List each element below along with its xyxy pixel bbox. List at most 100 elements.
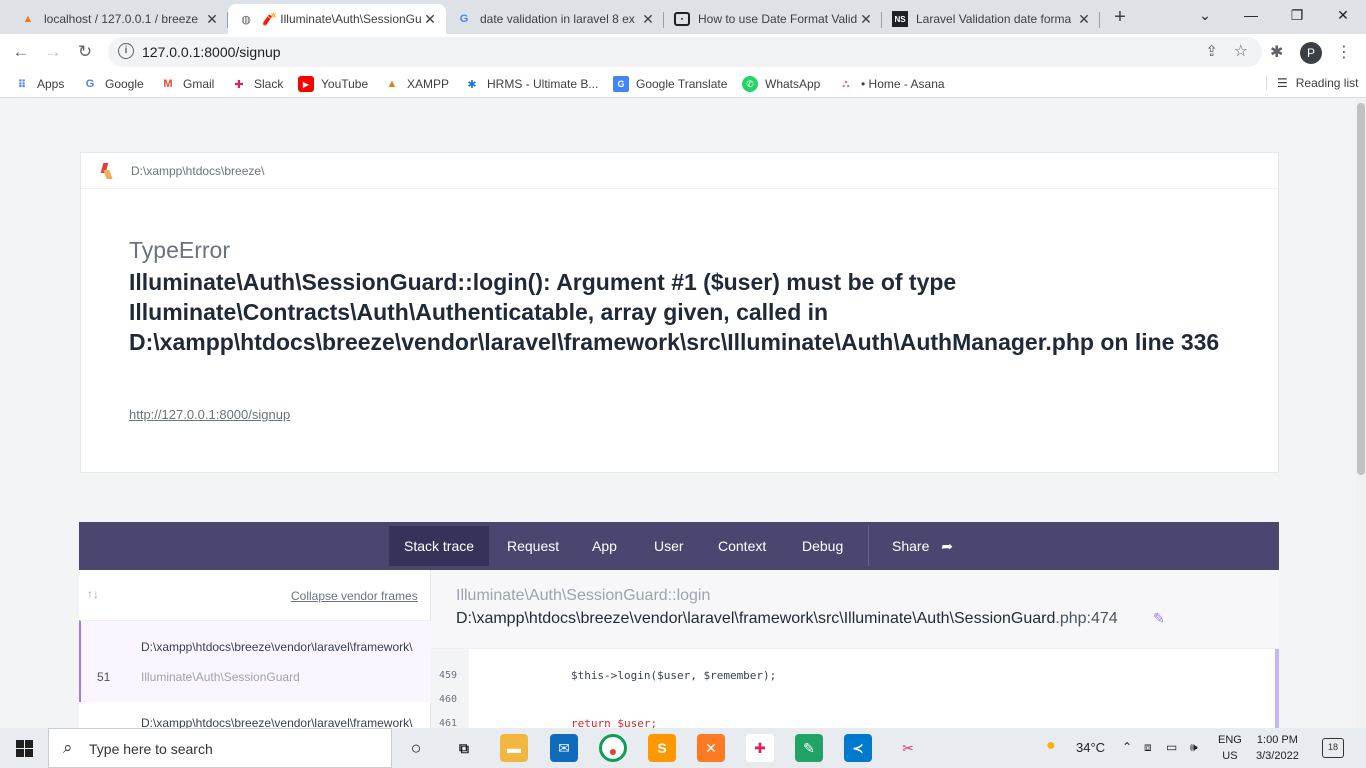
request-url-link[interactable]: http://127.0.0.1:8000/signup — [129, 407, 290, 422]
site-info-icon[interactable]: i — [118, 43, 134, 59]
tab-user[interactable]: User — [639, 526, 699, 566]
bookmark-apps[interactable]: ⠿ Apps — [14, 76, 65, 92]
frame-nav-arrows-icon[interactable]: ↑↓ — [87, 587, 99, 601]
tab-search-icon[interactable]: ⌄ — [1182, 0, 1228, 30]
bookmark-slack[interactable]: ✚ Slack — [231, 76, 283, 92]
ns-icon: NS — [892, 11, 908, 27]
new-tab-button[interactable]: + — [1108, 6, 1132, 30]
bookmark-youtube[interactable]: ▶ YouTube — [298, 76, 368, 92]
scrollbar-thumb[interactable] — [1357, 103, 1365, 475]
tab-debug[interactable]: Debug — [787, 526, 858, 566]
windows-taskbar: ⌕ Type here to search ○ ⧉ ▬ ✉ ● S ✕ ✚ ✎ … — [0, 728, 1366, 768]
taskbar-search-box[interactable]: ⌕ Type here to search — [48, 728, 392, 768]
bookmark-whatsapp[interactable]: ✆ WhatsApp — [742, 76, 820, 92]
google-icon: G — [459, 13, 469, 25]
hrms-icon: ✱ — [467, 78, 477, 91]
close-tab-icon[interactable]: ✕ — [640, 11, 656, 28]
bookmark-star-icon[interactable]: ☆ — [1234, 41, 1248, 61]
windows-start-button[interactable] — [0, 728, 48, 768]
notepad-icon[interactable]: ✎ — [795, 734, 823, 762]
bookmark-google[interactable]: G Google — [82, 76, 144, 92]
close-tab-icon[interactable]: ✕ — [422, 11, 438, 28]
slack-icon[interactable]: ✚ — [746, 734, 774, 762]
google-translate-icon: G — [613, 76, 629, 92]
network-icon[interactable]: ▭ — [1166, 740, 1177, 754]
share-icon[interactable]: ⇪ — [1205, 42, 1218, 60]
frame-detail-file[interactable]: D:\xampp\htdocs\breeze\vendor\laravel\fr… — [456, 610, 1118, 628]
edit-pencil-icon[interactable]: ✎ — [1153, 610, 1165, 627]
browser-tab-laravel-validation[interactable]: NS Laravel Validation date forma ✕ — [882, 4, 1100, 34]
error-page: D:\xampp\htdocs\breeze\ TypeError Illumi… — [0, 99, 1356, 728]
file-explorer-icon[interactable]: ▬ — [500, 734, 528, 762]
browser-tab-date-format[interactable]: ▪ How to use Date Format Valid ✕ — [664, 4, 882, 34]
reading-list[interactable]: ☰ Reading list — [1266, 76, 1358, 90]
tab-title: How to use Date Format Valid — [698, 12, 858, 26]
bookmark-asana[interactable]: ∴ • Home - Asana — [838, 76, 944, 92]
back-button[interactable]: ← — [8, 39, 34, 65]
reload-button[interactable]: ↻ — [72, 39, 98, 65]
asana-icon: ∴ — [842, 78, 850, 91]
task-view-icon[interactable]: ⧉ — [450, 734, 478, 762]
taskbar-search-placeholder: Type here to search — [89, 741, 213, 757]
apps-grid-icon: ⠿ — [17, 78, 27, 91]
volume-icon[interactable]: 🕪 — [1190, 740, 1198, 755]
reading-list-icon: ☰ — [1277, 76, 1288, 90]
bookmark-gmail[interactable]: M Gmail — [160, 76, 214, 92]
error-card: D:\xampp\htdocs\breeze\ TypeError Illumi… — [80, 152, 1279, 473]
xampp-icon[interactable]: ✕ — [697, 734, 725, 762]
extensions-icon[interactable]: ✱ — [1270, 42, 1283, 62]
close-tab-icon[interactable]: ✕ — [1076, 11, 1092, 28]
code-snippet: 459 $this->login($user, $remember); 460 … — [431, 648, 1279, 728]
minimize-button[interactable]: — — [1228, 0, 1274, 30]
sublime-text-icon[interactable]: S — [648, 734, 676, 762]
kebab-menu-icon[interactable]: ⋮ — [1336, 42, 1352, 62]
forward-button[interactable]: → — [40, 39, 66, 65]
tray-app-icon[interactable]: ⧈ — [1144, 740, 1152, 755]
notification-center-icon[interactable]: 18 — [1322, 738, 1344, 758]
weather-icon[interactable]: ● — [1046, 737, 1056, 755]
tab-title: Laravel Validation date forma — [916, 12, 1072, 26]
tab-app[interactable]: App — [577, 526, 632, 566]
tray-chevron-icon[interactable]: ⌃ — [1122, 740, 1132, 754]
tab-strip: ▲ localhost / 127.0.0.1 / breeze ✕ ◍ 🧨 I… — [0, 0, 1366, 34]
stack-frame-selected[interactable]: D:\xampp\htdocs\breeze\vendor\laravel\fr… — [79, 620, 431, 702]
cortana-icon[interactable]: ○ — [402, 734, 430, 762]
close-tab-icon[interactable]: ✕ — [204, 11, 220, 28]
tab-request[interactable]: Request — [492, 526, 574, 566]
frame-path: D:\xampp\htdocs\breeze\vendor\laravel\fr… — [141, 640, 413, 654]
system-clock[interactable]: 1:00 PM 3/3/2022 — [1256, 732, 1299, 764]
tab-title: 🧨 Illuminate\Auth\SessionGuard — [262, 12, 422, 26]
address-url[interactable]: 127.0.0.1:8000/signup — [142, 44, 281, 60]
slack-icon: ✚ — [234, 78, 244, 91]
bookmark-xampp[interactable]: ▲ XAMPP — [384, 76, 449, 92]
weather-temp[interactable]: 34°C — [1076, 740, 1105, 755]
close-window-button[interactable]: ✕ — [1320, 0, 1366, 30]
share-button[interactable]: Share ➦ — [877, 526, 968, 566]
whatsapp-icon: ✆ — [742, 76, 758, 92]
language-indicator[interactable]: ENG US — [1218, 732, 1242, 764]
tab-stack-trace[interactable]: Stack trace — [389, 526, 490, 566]
bookmark-google-translate[interactable]: G Google Translate — [613, 76, 727, 92]
browser-tab-error-active[interactable]: ◍ 🧨 Illuminate\Auth\SessionGuard ✕ — [228, 4, 446, 34]
code-line: return $user; — [571, 717, 658, 728]
share-arrow-icon: ➦ — [941, 538, 953, 554]
bookmark-hrms[interactable]: ✱ HRMS - Ultimate B... — [464, 76, 598, 92]
frame-detail-class: Illuminate\Auth\SessionGuard::login — [456, 587, 711, 604]
browser-toolbar: ← → ↻ i 127.0.0.1:8000/signup ⇪ ☆ ✱ P ⋮ — [0, 34, 1366, 70]
snipping-tool-icon[interactable]: ✂ — [894, 734, 922, 762]
restore-button[interactable]: ❐ — [1274, 0, 1320, 30]
browser-tab-google[interactable]: G date validation in laravel 8 ex ✕ — [446, 4, 664, 34]
vscode-icon[interactable]: ≺ — [844, 734, 872, 762]
chrome-icon[interactable]: ● — [599, 734, 627, 762]
address-bar[interactable]: i 127.0.0.1:8000/signup ⇪ ☆ — [108, 37, 1262, 67]
frame-class: Illuminate\Auth\SessionGuard — [141, 670, 300, 684]
collapse-vendor-frames-link[interactable]: Collapse vendor frames — [291, 589, 418, 603]
code-line-number: 460 — [439, 694, 458, 705]
browser-tab-phpmyadmin[interactable]: ▲ localhost / 127.0.0.1 / breeze ✕ — [10, 4, 228, 34]
page-scrollbar[interactable] — [1356, 99, 1366, 728]
search-icon: ⌕ — [63, 738, 73, 757]
mail-icon[interactable]: ✉ — [550, 734, 578, 762]
tab-context[interactable]: Context — [703, 526, 781, 566]
close-tab-icon[interactable]: ✕ — [858, 11, 874, 28]
profile-avatar[interactable]: P — [1300, 42, 1322, 64]
